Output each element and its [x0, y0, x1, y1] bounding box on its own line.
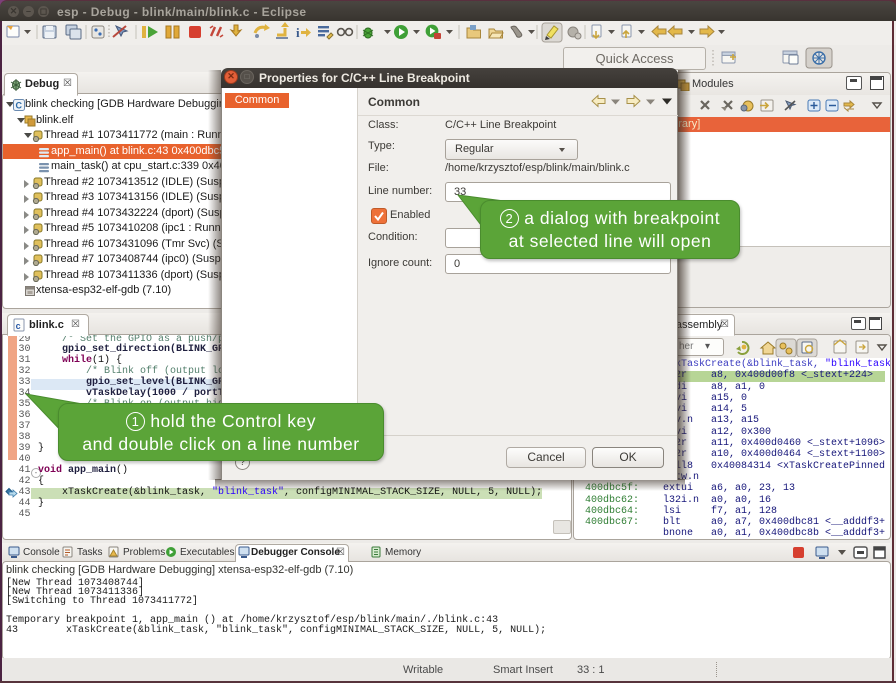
svg-text:c: c	[16, 322, 21, 332]
svg-text:i: i	[296, 25, 300, 40]
svg-text:C: C	[16, 101, 23, 111]
